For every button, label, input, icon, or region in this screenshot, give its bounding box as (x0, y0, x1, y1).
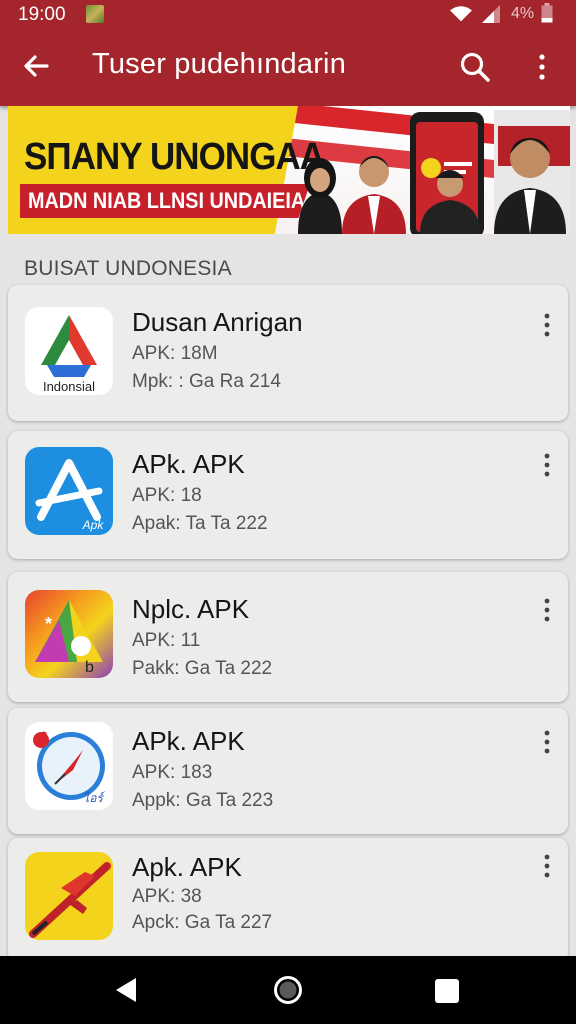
icon-caption: Indonsial (43, 379, 95, 394)
app-size: APK: 18 (132, 485, 202, 506)
app-meta: Apck: Ga Ta 227 (132, 912, 273, 933)
nav-back-icon[interactable] (112, 976, 140, 1004)
colorful-triangle-icon: * b (25, 590, 113, 678)
promo-banner[interactable]: SΠANY UNONGAA MADN NIAB LLNSI UNDAIEIA (8, 106, 570, 234)
back-arrow-icon[interactable] (20, 50, 52, 82)
app-size: APK: 183 (132, 762, 213, 783)
app-name: APk. APK (132, 449, 245, 479)
app-size: APK: 11 (132, 630, 201, 651)
app-bar: Tuser pudehındarin (0, 36, 576, 100)
app-name: Dusan Anrigan (132, 307, 303, 337)
search-icon[interactable] (458, 50, 492, 84)
list-item[interactable]: ไอร์ APk. APK APK: 183 Appk: Ga Ta 223 (8, 708, 568, 834)
system-nav-bar (0, 956, 576, 1024)
triangle-logo-icon: Indonsial (25, 307, 113, 395)
app-name: Apk. APK (132, 852, 242, 882)
app-meta: Appk: Ga Ta 223 (132, 790, 274, 811)
list-item[interactable]: Indonsial Dusan Anrigan APK: 18M Mpk: : … (8, 285, 568, 421)
nav-home-icon[interactable] (272, 974, 304, 1006)
more-vert-icon[interactable] (538, 451, 556, 481)
app-meta: Pakk: Ga Ta 222 (132, 658, 273, 679)
app-size: APK: 38 (132, 886, 202, 907)
more-vert-icon[interactable] (538, 311, 556, 341)
letter-a-icon: Apk (25, 447, 113, 535)
page-title: Tuser pudehındarin (92, 48, 347, 80)
wifi-icon (450, 6, 472, 22)
list-item[interactable]: Apk APk. APK APK: 18 Apak: Ta Ta 222 (8, 431, 568, 559)
banner-subline: MADN NIAB LLNSI UNDAIEIA (28, 188, 306, 213)
banner-headline: SΠANY UNONGAA (24, 136, 325, 178)
status-bar: 19:00 4% (0, 0, 576, 30)
app-meta: Apak: Ta Ta 222 (132, 513, 268, 534)
app-size: APK: 18M (132, 343, 218, 364)
compass-icon: ไอร์ (25, 722, 113, 810)
battery-icon (541, 3, 553, 23)
more-vert-icon[interactable] (538, 728, 556, 758)
signal-icon (482, 5, 500, 23)
svg-text:b: b (85, 659, 94, 676)
status-time: 19:00 (18, 4, 66, 25)
battery-percent: 4% (511, 5, 535, 22)
list-item[interactable]: * b Nplc. APK APK: 11 Pakk: Ga Ta 222 (8, 572, 568, 702)
app-meta: Mpk: : Ga Ra 214 (132, 371, 281, 392)
banner-people-illustration (298, 110, 570, 234)
nav-recents-icon[interactable] (434, 978, 460, 1004)
icon-caption: Apk (82, 518, 105, 532)
top-app-bar: 19:00 4% Tuser pudehındarin (0, 0, 576, 106)
list-item[interactable]: Apk. APK APK: 38 Apck: Ga Ta 227 (8, 838, 568, 962)
icon-caption: ไอร์ (83, 791, 106, 805)
more-vert-icon[interactable] (538, 852, 556, 882)
more-vert-icon[interactable] (538, 596, 556, 626)
airplane-icon (25, 852, 113, 940)
notification-thumbnail-icon (86, 5, 104, 23)
section-heading: BUISAT UNDONESIA (24, 257, 232, 280)
app-name: Nplc. APK (132, 594, 250, 624)
app-name: APk. APK (132, 726, 245, 756)
more-vert-icon[interactable] (530, 50, 554, 84)
svg-text:*: * (45, 614, 52, 634)
